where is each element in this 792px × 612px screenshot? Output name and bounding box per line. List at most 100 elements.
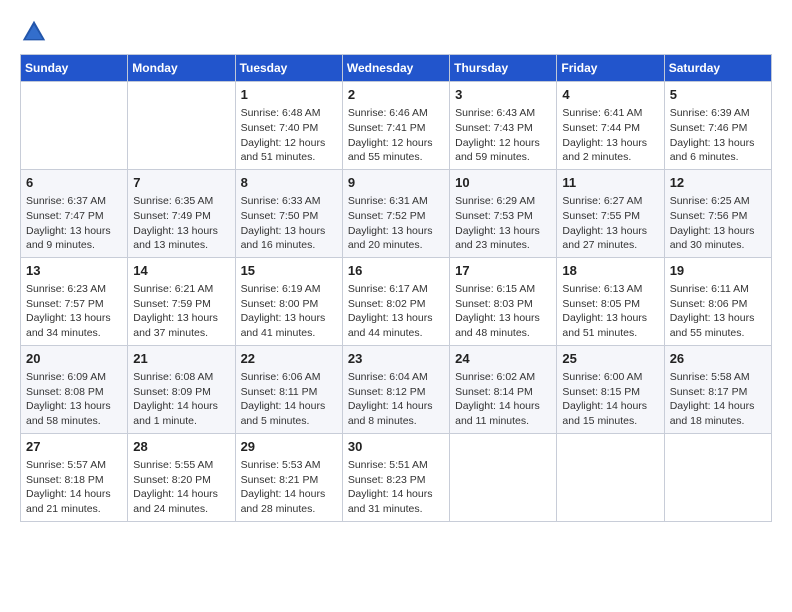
day-info-line: Sunset: 7:49 PM xyxy=(133,209,229,224)
day-info-line: Sunrise: 6:02 AM xyxy=(455,370,551,385)
day-info-line: and 11 minutes. xyxy=(455,414,551,429)
day-info-line: Sunrise: 6:31 AM xyxy=(348,194,444,209)
day-info-line: and 9 minutes. xyxy=(26,238,122,253)
day-info-line: Daylight: 13 hours xyxy=(562,136,658,151)
day-info-line: Sunrise: 5:51 AM xyxy=(348,458,444,473)
calendar-cell: 7Sunrise: 6:35 AMSunset: 7:49 PMDaylight… xyxy=(128,169,235,257)
day-info-line: Sunset: 7:47 PM xyxy=(26,209,122,224)
day-info-line: and 30 minutes. xyxy=(670,238,766,253)
day-info-line: Daylight: 14 hours xyxy=(562,399,658,414)
day-info-line: and 5 minutes. xyxy=(241,414,337,429)
day-info-line: Sunset: 8:00 PM xyxy=(241,297,337,312)
day-number: 20 xyxy=(26,350,122,368)
day-info-line: and 6 minutes. xyxy=(670,150,766,165)
day-info-line: Sunset: 8:14 PM xyxy=(455,385,551,400)
day-info-line: Sunset: 7:57 PM xyxy=(26,297,122,312)
day-info-line: Sunrise: 5:57 AM xyxy=(26,458,122,473)
calendar-cell: 20Sunrise: 6:09 AMSunset: 8:08 PMDayligh… xyxy=(21,345,128,433)
day-info-line: and 51 minutes. xyxy=(562,326,658,341)
logo xyxy=(20,18,52,46)
day-info-line: Daylight: 13 hours xyxy=(241,311,337,326)
day-info-line: Sunrise: 6:41 AM xyxy=(562,106,658,121)
day-info-line: Daylight: 13 hours xyxy=(26,311,122,326)
calendar-cell xyxy=(21,82,128,170)
day-info-line: and 13 minutes. xyxy=(133,238,229,253)
day-info-line: Daylight: 13 hours xyxy=(241,224,337,239)
day-header-saturday: Saturday xyxy=(664,55,771,82)
calendar-cell: 24Sunrise: 6:02 AMSunset: 8:14 PMDayligh… xyxy=(450,345,557,433)
day-number: 7 xyxy=(133,174,229,192)
day-info-line: Sunrise: 6:48 AM xyxy=(241,106,337,121)
day-info-line: and 59 minutes. xyxy=(455,150,551,165)
day-info-line: Sunset: 7:55 PM xyxy=(562,209,658,224)
day-header-friday: Friday xyxy=(557,55,664,82)
calendar-cell: 18Sunrise: 6:13 AMSunset: 8:05 PMDayligh… xyxy=(557,257,664,345)
day-number: 4 xyxy=(562,86,658,104)
header xyxy=(20,18,772,46)
day-info-line: and 20 minutes. xyxy=(348,238,444,253)
calendar-cell: 21Sunrise: 6:08 AMSunset: 8:09 PMDayligh… xyxy=(128,345,235,433)
day-number: 1 xyxy=(241,86,337,104)
day-number: 12 xyxy=(670,174,766,192)
day-info-line: Daylight: 13 hours xyxy=(348,311,444,326)
week-row: 13Sunrise: 6:23 AMSunset: 7:57 PMDayligh… xyxy=(21,257,772,345)
day-header-thursday: Thursday xyxy=(450,55,557,82)
day-number: 10 xyxy=(455,174,551,192)
day-info-line: Daylight: 14 hours xyxy=(241,399,337,414)
day-info-line: Sunrise: 5:53 AM xyxy=(241,458,337,473)
day-number: 14 xyxy=(133,262,229,280)
day-info-line: and 16 minutes. xyxy=(241,238,337,253)
calendar-cell: 6Sunrise: 6:37 AMSunset: 7:47 PMDaylight… xyxy=(21,169,128,257)
day-info-line: Sunrise: 6:15 AM xyxy=(455,282,551,297)
day-info-line: and 34 minutes. xyxy=(26,326,122,341)
day-info-line: Sunrise: 6:06 AM xyxy=(241,370,337,385)
day-info-line: and 55 minutes. xyxy=(670,326,766,341)
day-info-line: Daylight: 14 hours xyxy=(348,487,444,502)
day-number: 13 xyxy=(26,262,122,280)
day-info-line: Daylight: 14 hours xyxy=(133,399,229,414)
day-info-line: Daylight: 14 hours xyxy=(241,487,337,502)
day-info-line: Sunset: 7:41 PM xyxy=(348,121,444,136)
logo-icon xyxy=(20,18,48,46)
day-info-line: and 51 minutes. xyxy=(241,150,337,165)
day-info-line: Sunset: 8:05 PM xyxy=(562,297,658,312)
calendar-cell: 16Sunrise: 6:17 AMSunset: 8:02 PMDayligh… xyxy=(342,257,449,345)
day-info-line: Sunset: 8:23 PM xyxy=(348,473,444,488)
day-info-line: Sunset: 8:17 PM xyxy=(670,385,766,400)
day-number: 21 xyxy=(133,350,229,368)
day-info-line: and 1 minute. xyxy=(133,414,229,429)
day-number: 16 xyxy=(348,262,444,280)
day-info-line: Daylight: 14 hours xyxy=(670,399,766,414)
day-info-line: Sunrise: 6:25 AM xyxy=(670,194,766,209)
day-info-line: Sunrise: 5:58 AM xyxy=(670,370,766,385)
week-row: 20Sunrise: 6:09 AMSunset: 8:08 PMDayligh… xyxy=(21,345,772,433)
calendar-cell: 12Sunrise: 6:25 AMSunset: 7:56 PMDayligh… xyxy=(664,169,771,257)
day-info-line: and 48 minutes. xyxy=(455,326,551,341)
day-number: 3 xyxy=(455,86,551,104)
calendar-cell xyxy=(557,433,664,521)
calendar-cell xyxy=(664,433,771,521)
calendar-cell: 15Sunrise: 6:19 AMSunset: 8:00 PMDayligh… xyxy=(235,257,342,345)
day-info-line: Daylight: 12 hours xyxy=(348,136,444,151)
day-info-line: Daylight: 14 hours xyxy=(348,399,444,414)
header-row: SundayMondayTuesdayWednesdayThursdayFrid… xyxy=(21,55,772,82)
day-info-line: Sunrise: 6:09 AM xyxy=(26,370,122,385)
calendar-cell: 5Sunrise: 6:39 AMSunset: 7:46 PMDaylight… xyxy=(664,82,771,170)
calendar-cell: 11Sunrise: 6:27 AMSunset: 7:55 PMDayligh… xyxy=(557,169,664,257)
day-info-line: Sunset: 7:50 PM xyxy=(241,209,337,224)
day-info-line: and 31 minutes. xyxy=(348,502,444,517)
day-info-line: Daylight: 14 hours xyxy=(26,487,122,502)
day-info-line: Daylight: 14 hours xyxy=(455,399,551,414)
calendar-cell: 22Sunrise: 6:06 AMSunset: 8:11 PMDayligh… xyxy=(235,345,342,433)
day-info-line: Sunset: 8:09 PM xyxy=(133,385,229,400)
day-info-line: Daylight: 13 hours xyxy=(562,224,658,239)
day-number: 29 xyxy=(241,438,337,456)
day-info-line: and 55 minutes. xyxy=(348,150,444,165)
day-info-line: Sunset: 8:06 PM xyxy=(670,297,766,312)
calendar-cell: 8Sunrise: 6:33 AMSunset: 7:50 PMDaylight… xyxy=(235,169,342,257)
day-info-line: Sunrise: 6:33 AM xyxy=(241,194,337,209)
day-info-line: Sunset: 8:20 PM xyxy=(133,473,229,488)
day-info-line: Daylight: 13 hours xyxy=(670,311,766,326)
day-info-line: Sunset: 8:02 PM xyxy=(348,297,444,312)
day-info-line: and 18 minutes. xyxy=(670,414,766,429)
